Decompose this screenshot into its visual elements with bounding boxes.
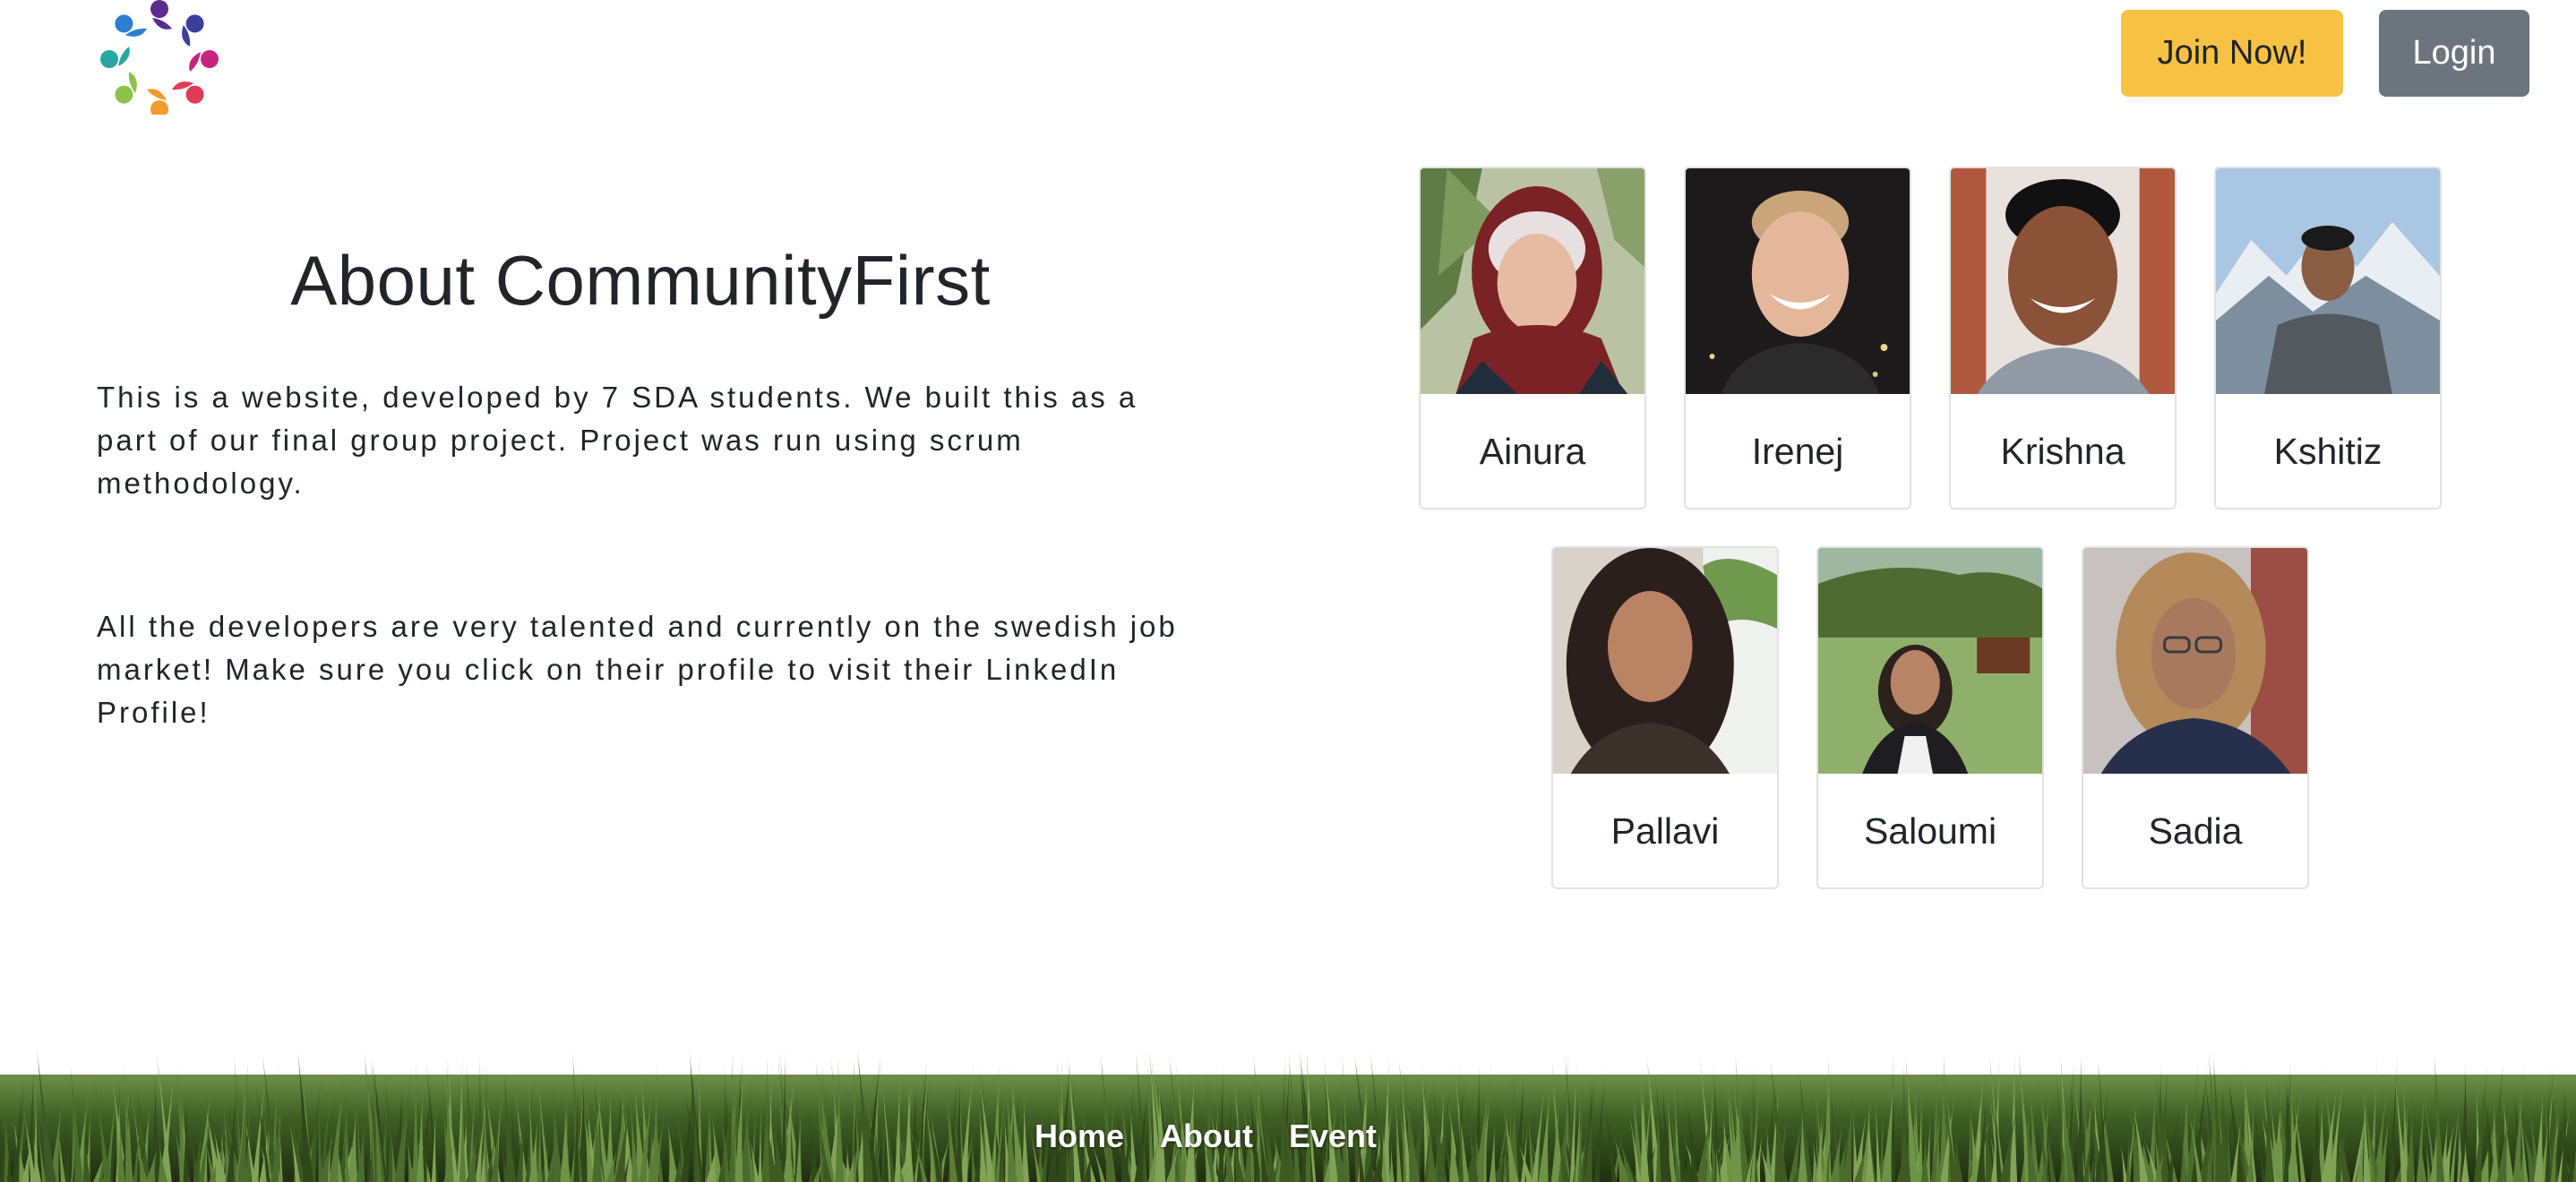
member-name: Pallavi xyxy=(1610,810,1720,852)
profile-photo xyxy=(1421,168,1644,394)
member-name: Saloumi xyxy=(1863,810,1997,852)
team-card-kshitiz[interactable]: Kshitiz xyxy=(2214,167,2442,510)
about-paragraph-1: This is a website, developed by 7 SDA st… xyxy=(97,381,1138,500)
profile-photo xyxy=(1686,168,1910,394)
profile-photo xyxy=(2083,548,2307,774)
profile-photo xyxy=(1951,168,2175,394)
team-card-sadia[interactable]: Sadia xyxy=(2082,546,2309,889)
member-name: Irenej xyxy=(1751,431,1844,472)
grass-background xyxy=(0,1048,2576,1182)
team-card-saloumi[interactable]: Saloumi xyxy=(1816,546,2044,889)
footer-link-home[interactable]: Home xyxy=(1035,1118,1124,1155)
about-paragraph-2: All the developers are very talented and… xyxy=(97,610,1178,729)
member-name: Ainura xyxy=(1479,431,1586,472)
team-card-pallavi[interactable]: Pallavi xyxy=(1551,546,1779,889)
footer-link-about[interactable]: About xyxy=(1160,1118,1253,1155)
join-now-button[interactable]: Join Now! xyxy=(2121,10,2343,97)
member-name: Krishna xyxy=(2000,431,2125,472)
team-card-krishna[interactable]: Krishna xyxy=(1949,167,2177,510)
profile-photo xyxy=(2216,168,2440,394)
footer-nav: Home About Event xyxy=(0,1118,2576,1155)
logo-figure-purple xyxy=(150,0,172,30)
login-button[interactable]: Login xyxy=(2379,10,2529,97)
community-logo[interactable] xyxy=(97,0,219,115)
team-card-ainura[interactable]: Ainura xyxy=(1419,167,1646,510)
grass-footer xyxy=(0,1039,2576,1182)
profile-photo xyxy=(1553,548,1777,774)
profile-photo xyxy=(1818,548,2042,774)
team-card-irenej[interactable]: Irenej xyxy=(1684,167,1911,510)
member-name: Kshitiz xyxy=(2273,431,2383,472)
page-title: About CommunityFirst xyxy=(290,241,991,320)
footer-link-event[interactable]: Event xyxy=(1289,1118,1377,1155)
member-name: Sadia xyxy=(2148,810,2243,852)
